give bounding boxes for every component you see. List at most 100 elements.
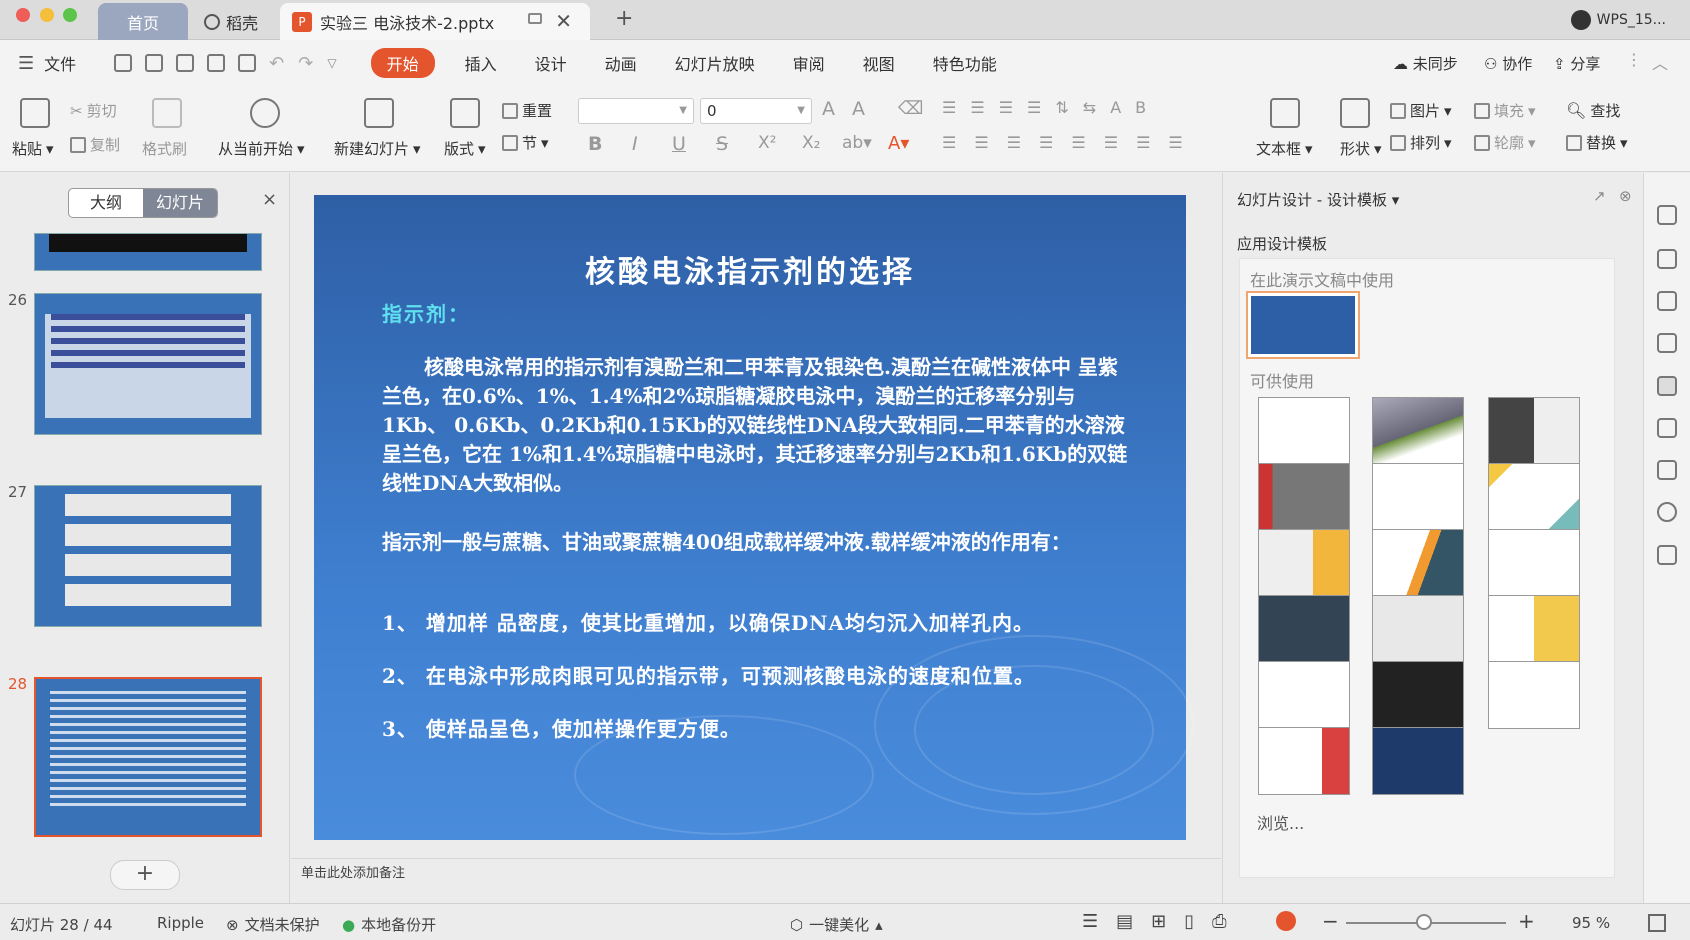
close-tab-icon[interactable]: ✕ (555, 9, 572, 33)
cut-button[interactable]: ✂ 剪切 (70, 100, 117, 121)
underline-icon[interactable]: U (672, 133, 686, 155)
textbox-button[interactable]: 文本框 ▾ (1256, 138, 1313, 159)
star-icon[interactable] (1657, 418, 1677, 438)
find-button[interactable]: 🔍︎ 查找 (1566, 100, 1620, 121)
export-pdf-icon[interactable] (176, 54, 195, 72)
minimize-window-button[interactable] (40, 8, 54, 22)
format-painter-icon[interactable] (152, 98, 182, 128)
template-thumbnail[interactable] (1258, 595, 1350, 663)
shape-button[interactable]: 形状 ▾ (1340, 138, 1382, 159)
pin-icon[interactable]: ↗ (1593, 187, 1606, 205)
tab-view[interactable]: 视图 (863, 51, 895, 75)
template-thumbnail[interactable] (1372, 397, 1464, 465)
tab-home[interactable]: 首页 (98, 3, 188, 40)
template-thumbnail[interactable] (1488, 529, 1580, 597)
style-icon[interactable] (1657, 291, 1677, 311)
close-window-button[interactable] (16, 8, 30, 22)
template-icon[interactable] (1657, 376, 1677, 396)
collaborate-button[interactable]: ⚇ 协作 (1484, 53, 1532, 74)
subscript-icon[interactable]: X₂ (802, 133, 820, 153)
play-icon[interactable] (250, 98, 280, 128)
settings-icon[interactable] (1657, 460, 1677, 480)
tab-start[interactable]: 开始 (370, 48, 435, 78)
template-thumbnail[interactable] (1488, 397, 1580, 465)
collapse-ribbon-icon[interactable]: ︿ (1652, 50, 1668, 74)
fill-button[interactable]: 填充 ▾ (1474, 100, 1536, 121)
slide-bullet[interactable]: 1、 增加样 品密度，使其比重增加，以确保DNA均匀沉入加样孔内。 (382, 607, 1162, 636)
zoom-out-button[interactable]: − (1322, 909, 1339, 933)
redo-icon[interactable]: ↷ (298, 53, 313, 74)
section-button[interactable]: 节 ▾ (502, 132, 549, 153)
file-menu[interactable]: 文件 (44, 51, 76, 75)
protect-status[interactable]: ⊗ 文档未保护 (226, 914, 320, 935)
slide-thumbnail-25[interactable] (34, 233, 262, 271)
superscript-icon[interactable]: X² (758, 133, 776, 153)
close-icon[interactable]: ⊗ (1619, 187, 1632, 205)
slide-subtitle[interactable]: 指示剂： (382, 298, 470, 327)
share-button[interactable]: ⇪ 分享 (1553, 53, 1600, 74)
hamburger-menu-icon[interactable]: ☰ (18, 53, 34, 74)
slide-bullet[interactable]: 2、 在电泳中形成肉眼可见的指示带，可预测核酸电泳的速度和位置。 (382, 660, 1162, 689)
slide-thumbnail-26[interactable] (34, 293, 262, 435)
italic-icon[interactable]: I (632, 133, 638, 155)
play-slideshow-icon[interactable] (1276, 911, 1296, 931)
template-thumbnail[interactable] (1488, 463, 1580, 531)
template-thumbnail[interactable] (1372, 661, 1464, 729)
tab-animation[interactable]: 动画 (605, 51, 637, 75)
view-mode-buttons[interactable]: ☰▤⊞▯⎙ (1082, 911, 1245, 932)
replace-button[interactable]: 替换 ▾ (1566, 132, 1628, 153)
tab-outline[interactable]: 大纲 (69, 189, 143, 217)
tab-document[interactable]: P 实验三 电泳技术-2.pptx ✕ (280, 3, 590, 40)
template-thumbnail[interactable] (1258, 463, 1350, 531)
template-thumbnail[interactable] (1488, 595, 1580, 663)
slide-paragraph[interactable]: 指示剂一般与蔗糖、甘油或聚蔗糖400组成载样缓冲液.载样缓冲液的作用有： (382, 528, 1137, 557)
slide-canvas[interactable]: 核酸电泳指示剂的选择 指示剂： 核酸电泳常用的指示剂有溴酚兰和二甲苯青及银染色.… (314, 195, 1194, 840)
font-name-select[interactable]: ▼ (578, 98, 694, 124)
tab-daoke[interactable]: 稻壳 (196, 3, 276, 40)
close-panel-icon[interactable]: × (262, 189, 277, 210)
tab-special[interactable]: 特色功能 (933, 51, 997, 75)
list-tools[interactable]: ☰☰☰☰⇅⇆AB (942, 98, 1160, 117)
new-slide-icon[interactable] (364, 98, 394, 128)
backup-status[interactable]: ● 本地备份开 (342, 914, 436, 935)
panel-title[interactable]: 幻灯片设计 - 设计模板 ▾ (1237, 189, 1399, 210)
user-account[interactable]: WPS_15... (1570, 10, 1666, 30)
tab-review[interactable]: 审阅 (793, 51, 825, 75)
increase-font-icon[interactable]: A (822, 98, 835, 120)
new-tab-button[interactable]: + (615, 6, 633, 31)
template-thumbnail[interactable] (1258, 397, 1350, 465)
font-color-icon[interactable]: A▾ (888, 133, 909, 154)
layout-button[interactable]: 版式 ▾ (444, 138, 486, 159)
undo-icon[interactable]: ↶ (269, 53, 284, 74)
zoom-level[interactable]: 95 % (1572, 914, 1610, 932)
layout-icon[interactable] (450, 98, 480, 128)
current-template[interactable] (1246, 291, 1360, 359)
design-icon[interactable] (1657, 205, 1677, 225)
from-current-button[interactable]: 从当前开始 ▾ (218, 138, 305, 159)
template-thumbnail[interactable] (1488, 661, 1580, 729)
sync-status[interactable]: ☁ 未同步 (1393, 53, 1458, 74)
history-icon[interactable] (1657, 502, 1677, 522)
template-thumbnail[interactable] (1258, 529, 1350, 597)
picture-button[interactable]: 图片 ▾ (1390, 100, 1452, 121)
template-thumbnail[interactable] (1372, 595, 1464, 663)
copy-button[interactable]: 复制 (70, 134, 120, 155)
format-painter-button[interactable]: 格式刷 (142, 138, 187, 159)
maximize-window-button[interactable] (63, 8, 77, 22)
textbox-icon[interactable] (1270, 98, 1300, 128)
slide-thumbnail-27[interactable] (34, 485, 262, 627)
template-thumbnail[interactable] (1258, 661, 1350, 729)
beautify-button[interactable]: ⬡ 一键美化 ▴ (790, 914, 883, 935)
paste-button[interactable]: 粘贴 ▾ (12, 138, 54, 159)
slide-title[interactable]: 核酸电泳指示剂的选择 (314, 247, 1186, 291)
template-thumbnail[interactable] (1372, 727, 1464, 795)
customize-icon[interactable]: ▽ (327, 56, 336, 70)
bold-icon[interactable]: B (588, 133, 602, 155)
zoom-slider-handle[interactable] (1416, 914, 1432, 930)
slide-bullet[interactable]: 3、 使样品呈色，使加样操作更方便。 (382, 713, 1162, 742)
print-icon[interactable] (207, 54, 226, 72)
clear-format-icon[interactable]: ⌫ (898, 98, 923, 119)
decrease-font-icon[interactable]: A (852, 98, 865, 120)
tab-slideshow[interactable]: 幻灯片放映 (675, 51, 755, 75)
align-tools[interactable]: ☰☰☰☰☰☰☰☰ (942, 133, 1201, 152)
